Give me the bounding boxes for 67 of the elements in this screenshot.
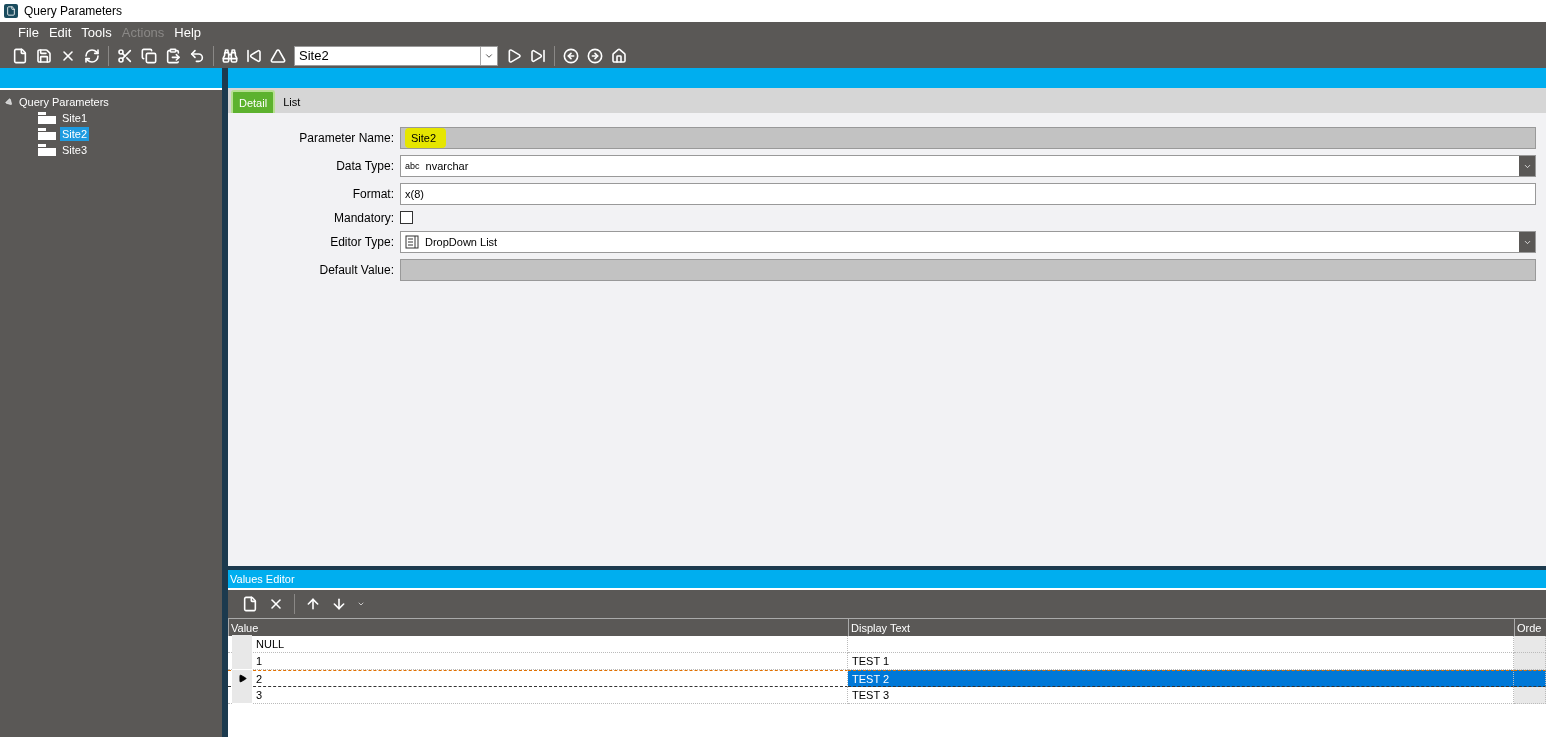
table-cell: TEST 1 [848,653,1514,670]
expander-icon[interactable] [4,97,15,107]
save-icon[interactable] [36,47,52,64]
move-down-icon[interactable] [331,596,347,612]
checkbox[interactable] [400,211,413,224]
panel-title: Values Editor [228,570,1546,590]
table-cell: NULL [228,636,848,653]
column-header[interactable]: Orde [1514,618,1546,636]
tab[interactable]: List [277,90,307,113]
field-label: Parameter Name: [298,131,394,145]
table-cell: 3 [228,687,848,704]
field-label: Editor Type: [329,235,394,249]
app-logo-icon [4,4,18,18]
field-value: Site2 [405,128,447,148]
new-icon[interactable] [12,47,28,64]
first-record-icon[interactable] [246,47,262,64]
folder-icon [38,144,56,156]
folder-icon [38,128,56,140]
forward-icon[interactable] [587,47,603,64]
column-header[interactable]: Display Text [848,618,1514,636]
more-icon[interactable] [357,600,365,608]
record-dropdown[interactable]: Site2 [294,45,498,66]
input-field[interactable]: x(8) [400,183,1536,205]
list-icon [405,235,419,249]
field-label: Mandatory: [332,211,394,225]
tree-item[interactable]: Site3 [60,143,90,157]
move-up-icon[interactable] [305,596,321,612]
tree-item[interactable]: Query Parameters [17,95,111,109]
table-cell [1514,653,1546,670]
copy-icon[interactable] [141,47,157,64]
column-header[interactable]: Value [228,618,848,636]
dropdown-field[interactable]: DropDown List [400,231,1536,253]
type-label: abc [405,161,420,171]
readonly-field[interactable]: Site2 [400,127,1536,149]
binoculars-icon[interactable] [222,47,238,64]
tree-item[interactable]: Site1 [60,111,90,125]
dropdown-field[interactable]: abc nvarchar [400,155,1536,177]
table-cell: 1 [228,653,848,670]
field-value: nvarchar [425,160,469,172]
table-cell: TEST 2 [848,670,1514,687]
table-cell: 2 [228,670,848,687]
field-label: Data Type: [335,159,394,173]
paste-icon[interactable] [165,47,181,64]
home-icon[interactable] [611,47,627,64]
field-value: DropDown List [425,236,498,248]
table-cell [1514,670,1546,687]
table-cell [1514,636,1546,653]
field-label: Default Value: [318,263,394,277]
field-label: Format: [351,187,394,201]
undo-icon[interactable] [189,47,205,64]
readonly-field[interactable] [400,259,1536,281]
table-cell [1514,687,1546,704]
row-pointer-icon [237,673,247,683]
cut-icon[interactable] [117,47,133,64]
folder-icon [38,112,56,124]
menu-item[interactable]: Edit [44,25,76,40]
window-title: Query Parameters [24,4,123,18]
menu-item[interactable]: Tools [77,25,116,40]
next-icon[interactable] [506,47,522,64]
refresh-icon[interactable] [84,47,100,64]
menu-item[interactable]: File [14,25,43,40]
delete-icon[interactable] [268,596,284,612]
menu-item[interactable]: Help [170,25,206,40]
back-icon[interactable] [563,47,579,64]
table-cell: TEST 3 [848,687,1514,704]
new-icon[interactable] [242,596,258,612]
last-record-icon[interactable] [530,47,546,64]
